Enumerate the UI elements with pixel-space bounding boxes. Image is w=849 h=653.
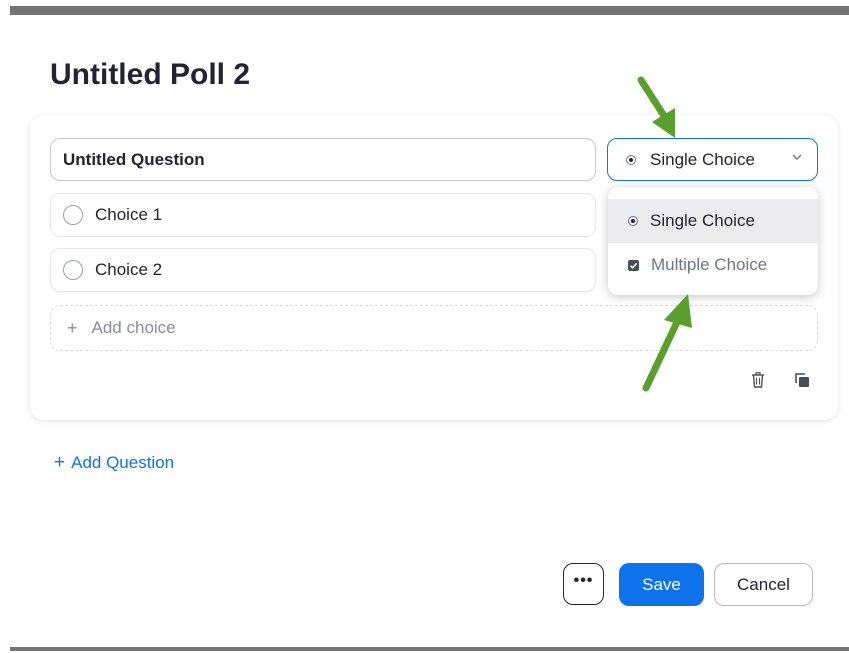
radio-empty-icon [63,205,83,225]
cancel-button[interactable]: Cancel [714,563,813,606]
option-label: Single Choice [650,211,755,230]
add-choice-button[interactable]: + Add choice [50,305,818,351]
choice-label: Choice 2 [95,260,163,279]
add-choice-label: Add choice [91,318,176,337]
radio-selected-icon [628,216,638,226]
save-button[interactable]: Save [619,563,704,606]
chevron-down-icon [792,154,802,160]
choice-label: Choice 1 [95,205,163,224]
choice-row[interactable]: Choice 2 [50,248,596,292]
window-top-border [10,6,849,15]
trash-icon[interactable] [751,372,765,388]
window-bottom-border [10,647,849,651]
radio-selected-icon [626,154,636,165]
option-label: Multiple Choice [651,255,768,274]
dropdown-option-single-choice[interactable]: Single Choice [608,199,818,243]
question-type-select[interactable]: Single Choice [607,138,818,181]
choice-row[interactable]: Choice 1 [50,193,596,237]
more-icon: ••• [573,572,594,589]
question-type-label: Single Choice [650,149,755,169]
checkbox-icon [628,259,639,271]
more-options-button[interactable]: ••• [563,563,604,605]
add-question-button[interactable]: + Add Question [54,452,174,474]
question-type-dropdown: Single Choice Multiple Choice [608,187,818,295]
annotation-arrow-up [642,294,692,392]
add-question-label: Add Question [71,453,175,472]
annotation-arrow-down [637,76,675,138]
copy-icon[interactable] [795,373,810,388]
question-title-input[interactable] [50,138,596,181]
dropdown-option-multiple-choice[interactable]: Multiple Choice [608,243,818,287]
plus-icon: + [54,452,66,473]
plus-icon: + [67,317,78,338]
poll-title: Untitled Poll 2 [50,58,251,91]
radio-empty-icon [63,260,83,280]
